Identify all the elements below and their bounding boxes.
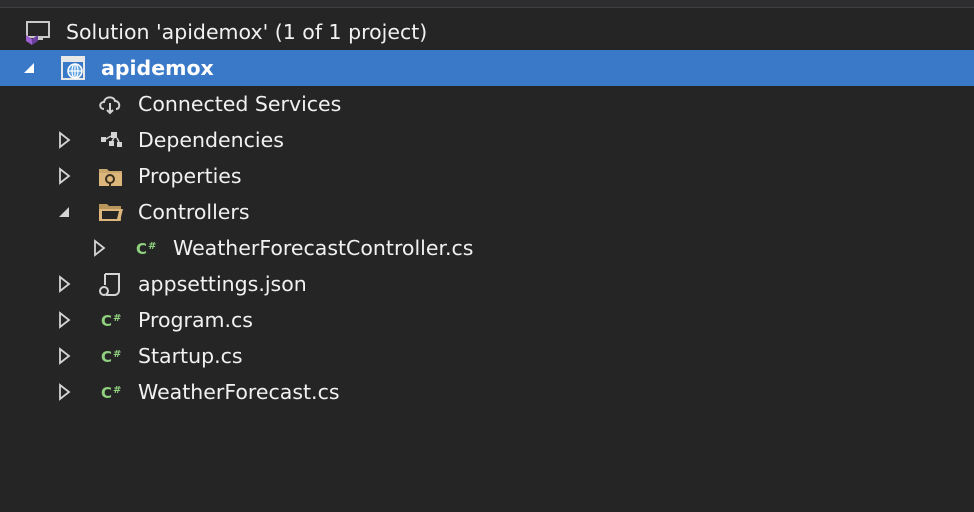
csharp-file-icon: C # xyxy=(100,309,128,331)
collapsed-arrow-icon[interactable] xyxy=(55,346,75,366)
svg-text:#: # xyxy=(113,349,121,360)
item-label: Dependencies xyxy=(138,128,284,152)
item-label: Properties xyxy=(138,164,242,188)
json-file-icon xyxy=(97,271,123,297)
properties-folder-icon xyxy=(97,163,123,189)
tree-row-dependencies[interactable]: Dependencies xyxy=(0,122,974,158)
svg-text:#: # xyxy=(148,241,156,252)
tree-row-properties[interactable]: Properties xyxy=(0,158,974,194)
item-label: WeatherForecastController.cs xyxy=(173,236,474,260)
svg-text:#: # xyxy=(113,313,121,324)
toolbar-edge xyxy=(0,0,974,8)
csharp-file-icon: C # xyxy=(100,381,128,403)
item-label: WeatherForecast.cs xyxy=(138,380,340,404)
project-label: apidemox xyxy=(101,56,214,80)
solution-icon xyxy=(24,19,50,45)
dependencies-icon xyxy=(97,127,123,153)
tree-row-solution[interactable]: Solution 'apidemox' (1 of 1 project) xyxy=(0,14,974,50)
svg-text:C: C xyxy=(136,240,147,258)
svg-text:C: C xyxy=(101,348,112,366)
csharp-file-icon: C # xyxy=(135,237,163,259)
svg-text:#: # xyxy=(113,385,121,396)
collapsed-arrow-icon[interactable] xyxy=(55,166,75,186)
tree-row-connected-services[interactable]: Connected Services xyxy=(0,86,974,122)
tree-row-controllers[interactable]: Controllers xyxy=(0,194,974,230)
item-label: Startup.cs xyxy=(138,344,243,368)
tree-row-startup[interactable]: C # Startup.cs xyxy=(0,338,974,374)
item-label: Program.cs xyxy=(138,308,253,332)
tree-row-program[interactable]: C # Program.cs xyxy=(0,302,974,338)
tree-row-weatherforecastcontroller[interactable]: C # WeatherForecastController.cs xyxy=(0,230,974,266)
expanded-arrow-icon[interactable] xyxy=(20,58,40,78)
svg-text:C: C xyxy=(101,312,112,330)
collapsed-arrow-icon[interactable] xyxy=(55,310,75,330)
folder-icon xyxy=(97,199,123,225)
collapsed-arrow-icon[interactable] xyxy=(55,382,75,402)
tree-row-weatherforecast[interactable]: C # WeatherForecast.cs xyxy=(0,374,974,410)
solution-explorer-tree: Solution 'apidemox' (1 of 1 project) api… xyxy=(0,14,974,410)
solution-label: Solution 'apidemox' (1 of 1 project) xyxy=(66,20,428,44)
item-label: Controllers xyxy=(138,200,250,224)
expanded-arrow-icon[interactable] xyxy=(55,202,75,222)
connected-services-icon xyxy=(97,91,123,117)
item-label: appsettings.json xyxy=(138,272,307,296)
tree-row-project[interactable]: apidemox xyxy=(0,50,974,86)
collapsed-arrow-icon[interactable] xyxy=(90,238,110,258)
tree-row-appsettings[interactable]: appsettings.json xyxy=(0,266,974,302)
web-project-icon xyxy=(60,55,86,81)
collapsed-arrow-icon[interactable] xyxy=(55,274,75,294)
csharp-file-icon: C # xyxy=(100,345,128,367)
item-label: Connected Services xyxy=(138,92,342,116)
collapsed-arrow-icon[interactable] xyxy=(55,130,75,150)
svg-text:C: C xyxy=(101,384,112,402)
